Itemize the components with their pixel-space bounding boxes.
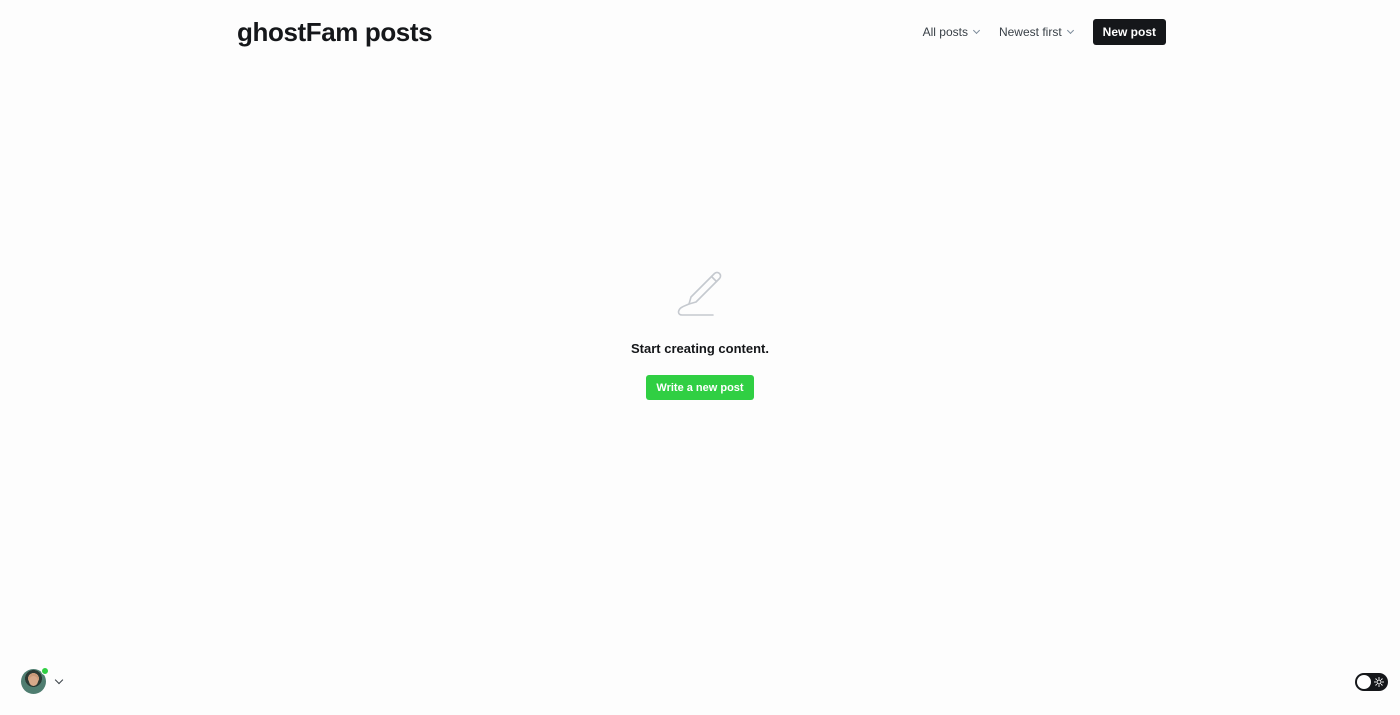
page-header: ghostFam posts All posts Newest first Ne… bbox=[237, 15, 1166, 49]
posts-page: ghostFam posts All posts Newest first Ne… bbox=[0, 0, 1400, 715]
page-title: ghostFam posts bbox=[237, 16, 433, 47]
avatar-face bbox=[29, 676, 38, 686]
online-status-badge bbox=[41, 667, 49, 675]
post-type-filter-label: All posts bbox=[922, 25, 968, 39]
avatar[interactable] bbox=[21, 667, 49, 694]
chevron-down-icon bbox=[1066, 26, 1074, 35]
empty-state-message: Start creating content. bbox=[631, 341, 769, 356]
header-actions: All posts Newest first New post bbox=[923, 19, 1166, 45]
write-new-post-button[interactable]: Write a new post bbox=[646, 375, 754, 400]
sort-order-filter[interactable]: Newest first bbox=[998, 25, 1074, 39]
post-type-filter[interactable]: All posts bbox=[922, 25, 981, 39]
user-menu[interactable] bbox=[21, 667, 64, 694]
empty-state: Start creating content. Write a new post bbox=[0, 270, 1400, 400]
sort-order-filter-label: Newest first bbox=[998, 25, 1062, 39]
chevron-down-icon bbox=[54, 675, 64, 684]
sun-icon bbox=[1374, 677, 1384, 687]
chevron-down-icon bbox=[972, 26, 981, 35]
toggle-knob bbox=[1357, 675, 1371, 689]
pen-icon bbox=[677, 271, 722, 316]
theme-toggle[interactable] bbox=[1355, 673, 1388, 691]
new-post-button[interactable]: New post bbox=[1092, 19, 1166, 45]
